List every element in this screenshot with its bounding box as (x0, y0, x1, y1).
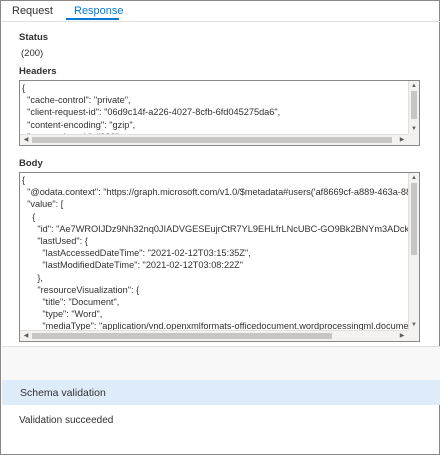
body-code-line: "lastAccessedDateTime": "2021-02-12T03:1… (22, 248, 251, 259)
tab-request[interactable]: Request (12, 5, 53, 17)
scroll-left-icon[interactable]: ◀ (21, 136, 31, 144)
body-code-line: "lastUsed": { (22, 236, 88, 247)
headers-textarea[interactable]: { "cache-control": "private", "client-re… (19, 80, 420, 146)
headers-code-line: "content-encoding": "gzip", (22, 119, 136, 130)
scroll-right-icon[interactable]: ▶ (397, 136, 407, 144)
active-tab-indicator (66, 18, 119, 20)
scrollbar-thumb[interactable] (32, 333, 332, 339)
scroll-right-icon[interactable]: ▶ (397, 332, 407, 340)
body-textarea[interactable]: { "@odata.context": "https://graph.micro… (19, 172, 420, 342)
body-vertical-scrollbar[interactable]: ▲ ▼ (408, 173, 419, 330)
body-code-line: "mediaType": "application/vnd.openxmlfor… (22, 321, 408, 330)
scrollbar-thumb[interactable] (32, 137, 392, 143)
scroll-up-icon[interactable]: ▲ (409, 174, 419, 182)
body-horizontal-scrollbar[interactable]: ◀ ▶ (20, 330, 408, 341)
headers-code-line: "client-request-id": "06d9c14f-a226-4027… (22, 107, 281, 118)
scroll-up-icon[interactable]: ▲ (409, 82, 419, 90)
headers-content: { "cache-control": "private", "client-re… (20, 81, 408, 134)
scroll-down-icon[interactable]: ▼ (409, 125, 419, 133)
body-code-line: }, (22, 272, 43, 283)
scrollbar-corner (408, 134, 419, 145)
scroll-down-icon[interactable]: ▼ (409, 321, 419, 329)
body-code-line: { (22, 211, 36, 222)
headers-vertical-scrollbar[interactable]: ▲ ▼ (408, 81, 419, 134)
body-content: { "@odata.context": "https://graph.micro… (20, 173, 408, 330)
body-code-line: "value": [ (22, 199, 64, 210)
body-code-line: "type": "Word", (22, 309, 103, 320)
validation-message: Validation succeeded (19, 415, 114, 426)
body-code-line: { (22, 175, 26, 185)
body-code-line: "lastModifiedDateTime": "2021-02-12T03:0… (22, 260, 244, 271)
scrollbar-thumb[interactable] (411, 91, 417, 119)
tab-bar: Request Response (2, 2, 440, 22)
headers-horizontal-scrollbar[interactable]: ◀ ▶ (20, 134, 408, 145)
schema-validation-title: Schema validation (20, 387, 106, 399)
status-label: Status (19, 32, 49, 43)
response-panel: Request Response Status (200) Headers { … (0, 0, 440, 455)
body-code-line: "id": "Ae7WROIJDz9Nh32nq0JIADVGESEujrCtR… (22, 223, 408, 234)
headers-code-line: { (22, 83, 26, 93)
section-gap (2, 347, 440, 380)
schema-validation-header[interactable]: Schema validation (2, 380, 440, 405)
headers-code-line: "cache-control": "private", (22, 95, 131, 106)
scrollbar-thumb[interactable] (411, 183, 417, 255)
body-code-line: "title": "Document", (22, 297, 120, 308)
scrollbar-corner (408, 330, 419, 341)
body-label: Body (19, 158, 43, 169)
status-value: (200) (21, 48, 44, 59)
body-code-line: "@odata.context": "https://graph.microso… (22, 187, 408, 198)
tab-response[interactable]: Response (74, 5, 124, 17)
headers-label: Headers (19, 66, 57, 77)
scroll-left-icon[interactable]: ◀ (21, 332, 31, 340)
body-code-line: "resourceVisualization": { (22, 284, 140, 295)
